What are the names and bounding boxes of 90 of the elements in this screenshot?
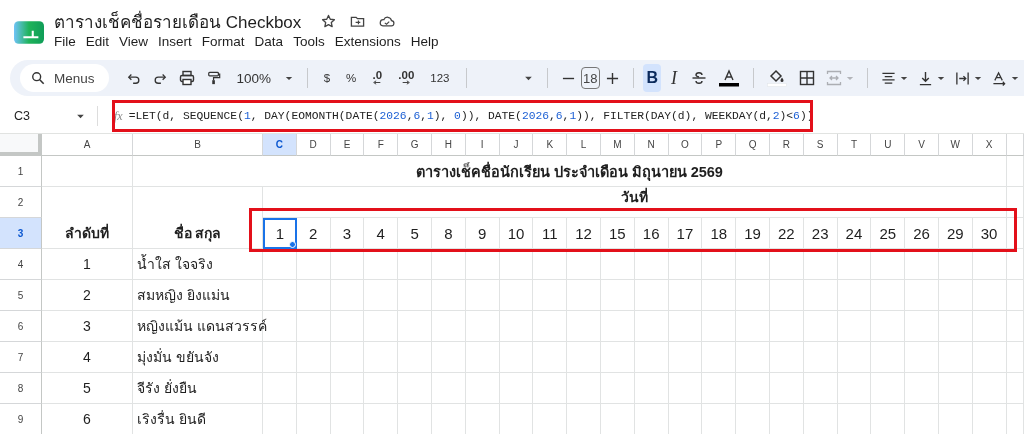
column-header[interactable]: R (769, 134, 804, 156)
date-cell[interactable]: 10 (499, 218, 534, 249)
increase-decimal-button[interactable]: .00 (390, 71, 423, 85)
table-header: วันที่ (263, 187, 1007, 218)
date-cell[interactable]: 4 (364, 218, 399, 249)
date-cell[interactable]: 24 (837, 218, 872, 249)
table-cell: 5 (42, 373, 133, 404)
date-cell[interactable]: 12 (567, 218, 601, 249)
column-header[interactable]: V (905, 134, 939, 156)
bold-button[interactable]: B (643, 64, 662, 92)
date-cell[interactable]: 30 (972, 218, 1007, 249)
column-header[interactable]: D (296, 134, 331, 156)
column-header[interactable]: J (499, 134, 534, 156)
menu-item[interactable]: Format (196, 33, 250, 49)
date-cell[interactable]: 16 (634, 218, 669, 249)
column-header[interactable]: F (364, 134, 399, 156)
row-header[interactable]: 9 (0, 404, 42, 434)
italic-button[interactable]: I (665, 64, 683, 92)
date-cell[interactable]: 11 (533, 218, 568, 249)
date-cell[interactable]: 2 (296, 218, 331, 249)
format-button[interactable]: $ (315, 72, 339, 84)
column-header[interactable]: W (938, 134, 973, 156)
table-cell: จีรัง ยั่งยืน (133, 373, 263, 404)
name-box[interactable]: C3 (0, 109, 64, 123)
date-cell[interactable]: 9 (465, 218, 500, 249)
date-cell[interactable]: 15 (600, 218, 635, 249)
table-cell: 1 (42, 249, 133, 280)
row-header[interactable]: 1 (0, 156, 42, 187)
date-cell[interactable]: 18 (702, 218, 737, 249)
column-header[interactable]: T (837, 134, 872, 156)
table-cell: 3 (42, 311, 133, 342)
document-title[interactable]: ตารางเช็คชื่อรายเดือน Checkbox (54, 7, 302, 35)
date-cell[interactable]: 5 (398, 218, 432, 249)
table-cell: น้ำใส ใจจริง (133, 249, 263, 280)
menu-item[interactable]: File (54, 33, 81, 49)
column-header[interactable]: A (42, 134, 133, 156)
table-header: ชื่อ สกุล (133, 187, 263, 249)
menu-item[interactable]: Edit (80, 33, 115, 49)
zoom-dropdown[interactable]: 100% (230, 70, 300, 86)
menu-item[interactable]: Help (405, 33, 444, 49)
column-header[interactable]: I (465, 134, 500, 156)
table-cell: เริงรื่น ยินดี (133, 404, 263, 434)
column-header[interactable]: E (330, 134, 365, 156)
column-header[interactable]: H (432, 134, 466, 156)
date-cell[interactable]: 8 (432, 218, 466, 249)
menu-item[interactable]: Insert (153, 33, 197, 49)
column-header[interactable]: L (567, 134, 601, 156)
date-cell[interactable]: 1 (263, 218, 297, 249)
table-cell: 2 (42, 280, 133, 311)
column-header[interactable]: S (803, 134, 838, 156)
row-header[interactable]: 8 (0, 373, 42, 404)
menu-item[interactable]: Tools (288, 33, 330, 49)
column-header[interactable]: B (133, 134, 263, 156)
table-header: ลำดับที่ (42, 187, 133, 249)
column-header[interactable]: M (600, 134, 635, 156)
column-header[interactable]: X (972, 134, 1007, 156)
column-header[interactable]: G (398, 134, 432, 156)
column-header[interactable]: P (702, 134, 737, 156)
date-cell[interactable]: 25 (871, 218, 906, 249)
menu-item[interactable]: View (114, 33, 154, 49)
decrease-decimal-button[interactable]: .0 (364, 71, 391, 85)
column-header[interactable]: K (533, 134, 568, 156)
column-header[interactable]: N (634, 134, 669, 156)
date-cell[interactable]: 23 (803, 218, 838, 249)
sheet-title: ตารางเช็คชื่อนักเรียน ประจำเดือน มิถุนายน 2569 (133, 156, 1007, 187)
date-cell[interactable]: 17 (668, 218, 703, 249)
menu-item[interactable]: Extensions (329, 33, 406, 49)
column-header[interactable]: Q (736, 134, 770, 156)
row-header[interactable]: 5 (0, 280, 42, 311)
format-button[interactable]: 123 (422, 72, 458, 84)
table-cell: มุ่งมั่น ขยันจัง (133, 342, 263, 373)
column-header[interactable]: U (871, 134, 906, 156)
row-header[interactable]: 7 (0, 342, 42, 373)
menus-search-button[interactable]: Menus (20, 64, 109, 92)
menu-item[interactable]: Data (249, 33, 289, 49)
date-cell[interactable]: 19 (736, 218, 770, 249)
column-header[interactable]: C (263, 134, 297, 156)
date-cell[interactable]: 3 (330, 218, 365, 249)
table-cell: 4 (42, 342, 133, 373)
table-cell: 6 (42, 404, 133, 434)
font-size-field[interactable]: 18 (580, 67, 600, 89)
column-header[interactable]: O (668, 134, 703, 156)
row-header[interactable]: 3 (0, 218, 42, 249)
row-header[interactable]: 6 (0, 311, 42, 342)
table-cell: สมหญิง ยิงแม่น (133, 280, 263, 311)
date-cell[interactable]: 22 (769, 218, 804, 249)
row-header[interactable]: 4 (0, 249, 42, 280)
format-button[interactable]: % (338, 72, 365, 84)
date-cell[interactable]: 29 (938, 218, 973, 249)
date-cell[interactable]: 26 (905, 218, 939, 249)
